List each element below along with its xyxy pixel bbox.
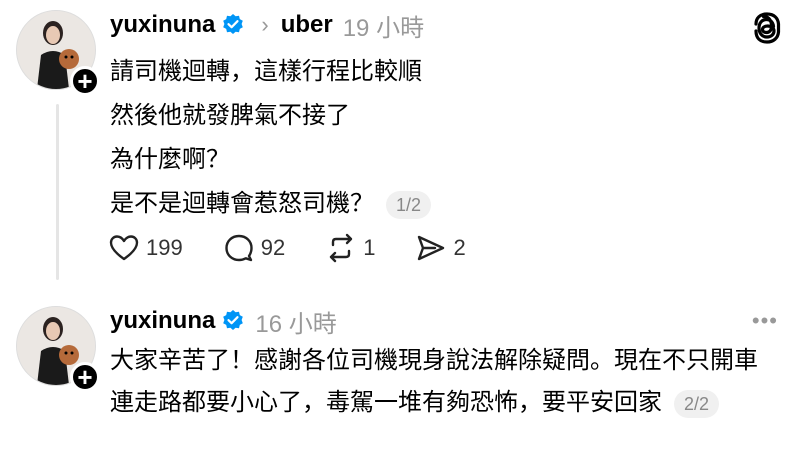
username[interactable]: yuxinuna — [110, 307, 215, 335]
threads-feed: + yuxinuna › uber 19 小時 請司機迴轉，這樣行程比較順 然後… — [0, 0, 800, 473]
post-2: + yuxinuna 16 小時 ••• 大家辛苦了！感謝各位司機現身說法解除疑… — [0, 296, 800, 473]
repost-icon — [330, 233, 353, 263]
timestamp: 16 小時 — [255, 310, 337, 338]
post-body: 請司機迴轉，這樣行程比較順 然後他就發脾氣不接了 為什麼啊？ 是不是迴轉會惹怒司… — [110, 50, 432, 226]
heart-icon — [109, 235, 139, 261]
post-line: 然後他就發脾氣不接了 — [110, 102, 350, 129]
timestamp: 19 小時 — [342, 14, 425, 42]
post-line: 請司機迴轉，這樣行程比較順 — [110, 58, 422, 85]
repost-count: 1 — [363, 235, 376, 260]
action-bar: 199 92 1 2 — [108, 232, 506, 264]
comment-count: 92 — [260, 235, 286, 260]
share-count: 2 — [453, 235, 466, 260]
post-text: 大家辛苦了！感謝各位司機現身說法解除疑問。現在不只開車連走路都要小心了，毒駕一堆… — [110, 347, 758, 416]
follow-plus-icon[interactable]: + — [70, 66, 100, 96]
thread-pager: 1/2 — [386, 190, 432, 219]
thread-pager: 2/2 — [674, 389, 720, 418]
like-button[interactable]: 199 — [108, 232, 183, 264]
reply-target[interactable]: uber — [281, 11, 333, 39]
avatar-container[interactable]: + — [16, 10, 100, 96]
like-count: 199 — [146, 235, 183, 260]
repost-button[interactable]: 1 — [325, 232, 375, 264]
avatar-container[interactable]: + — [16, 306, 100, 392]
threads-logo-icon[interactable] — [752, 12, 782, 44]
send-icon — [418, 235, 445, 261]
thread-connector-line — [56, 104, 59, 280]
share-button[interactable]: 2 — [415, 232, 466, 264]
follow-plus-icon[interactable]: + — [70, 362, 100, 392]
post-header: yuxinuna › uber 19 小時 — [110, 10, 425, 42]
post-header: yuxinuna 16 小時 — [110, 306, 337, 338]
post-line-text: 是不是迴轉會惹怒司機？ — [110, 190, 374, 217]
post-line: 為什麼啊？ — [110, 146, 230, 173]
verified-badge-icon — [223, 14, 244, 34]
post-body: 大家辛苦了！感謝各位司機現身說法解除疑問。現在不只開車連走路都要小心了，毒駕一堆… — [110, 340, 780, 424]
more-icon[interactable]: ••• — [752, 308, 778, 334]
post-1: + yuxinuna › uber 19 小時 請司機迴轉，這樣行程比較順 然後… — [0, 0, 800, 280]
chevron-right-icon: › — [261, 12, 269, 37]
verified-badge-icon — [223, 310, 244, 330]
username[interactable]: yuxinuna — [110, 11, 215, 39]
post-line: 是不是迴轉會惹怒司機？ 1/2 — [110, 182, 432, 226]
comment-bubble-icon — [225, 234, 253, 262]
comment-button[interactable]: 92 — [223, 232, 285, 264]
